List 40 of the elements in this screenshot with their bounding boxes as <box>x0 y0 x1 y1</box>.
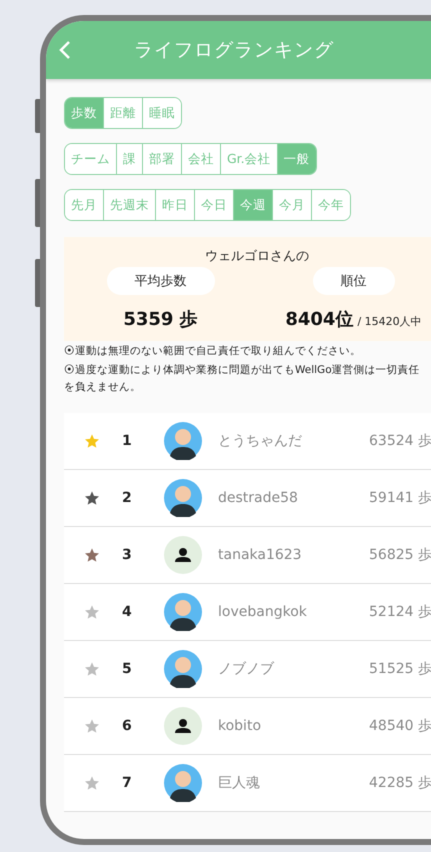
metric-tab[interactable]: 睡眠 <box>142 98 181 128</box>
metric-tab[interactable]: 歩数 <box>65 98 103 128</box>
period-tab[interactable]: 昨日 <box>155 190 194 220</box>
period-tab[interactable]: 先月 <box>65 190 103 220</box>
summary-title: ウェルゴロさんの <box>205 248 309 265</box>
notice-text: ⦿過度な運動により体調や業務に問題が出てもWellGo運営側は一切責任を負えません。 <box>64 362 421 395</box>
rank-number: 3 <box>122 547 133 564</box>
rank-number: 4 <box>122 604 133 620</box>
user-name: destrade58 <box>218 490 299 506</box>
period-tab[interactable]: 今日 <box>194 190 233 220</box>
rank-number: 2 <box>122 490 133 506</box>
scope-tab[interactable]: 一般 <box>276 144 316 174</box>
average-label: 平均歩数 <box>106 267 214 295</box>
rank-number: 1 <box>122 433 133 450</box>
scope-tab[interactable]: チーム <box>65 144 116 174</box>
rank-number: 6 <box>122 718 133 734</box>
rank-number: 7 <box>122 775 133 792</box>
scope-tab[interactable]: 会社 <box>181 144 220 174</box>
back-icon[interactable] <box>58 40 72 60</box>
scope-tab[interactable]: 部署 <box>142 144 181 174</box>
rank-label: 順位 <box>312 267 394 295</box>
metric-tab[interactable]: 距離 <box>103 98 142 128</box>
user-name: tanaka1623 <box>218 547 303 564</box>
notice-text: ⦿運動は無理のない範囲で自己責任で取り組んでください。 <box>64 344 362 359</box>
rank-number: 5 <box>122 661 133 678</box>
period-tab[interactable]: 今月 <box>272 190 311 220</box>
scope-tab[interactable]: Gr.会社 <box>220 144 277 174</box>
user-name: ノブノブ <box>218 660 276 678</box>
scope-tab[interactable]: 課 <box>116 144 142 174</box>
average-value: 5359 歩 <box>123 308 198 331</box>
screen-title: ライフログランキング <box>134 38 334 63</box>
period-tab[interactable]: 今年 <box>311 190 350 220</box>
period-tab[interactable]: 先週末 <box>103 190 155 220</box>
user-name: lovebangkok <box>218 604 308 620</box>
user-name: とうちゃんだ <box>218 432 303 450</box>
user-name: kobito <box>218 718 262 734</box>
rank-total: / 15420人中 <box>357 314 422 329</box>
period-tab[interactable]: 今週 <box>233 190 272 220</box>
user-name: 巨人魂 <box>218 774 261 792</box>
rank-value: 8404位 <box>285 308 354 331</box>
